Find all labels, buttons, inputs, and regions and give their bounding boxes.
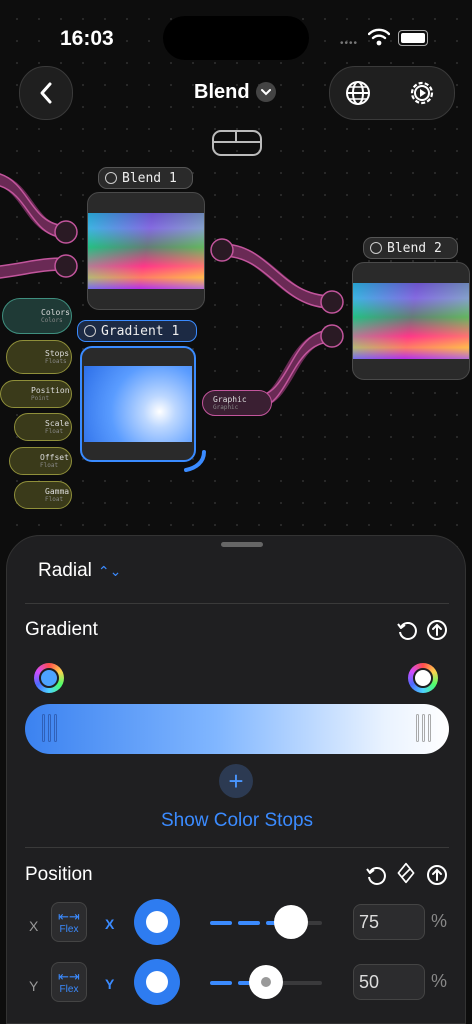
port-type: Colors [41,317,63,324]
blend1-label[interactable]: Blend 1 [98,167,193,189]
reset-icon[interactable] [396,619,418,641]
slider-fill-segment [238,921,260,925]
port-type: Point [31,395,50,402]
y-slider[interactable] [210,965,322,999]
blend2-node[interactable] [352,262,470,380]
slider-thumb[interactable] [249,965,283,999]
graphic-port-label: Graphic [213,395,247,404]
port-label: Colors [41,308,70,317]
port-type: Floats [45,358,67,365]
blend1-preview [88,213,204,289]
chevron-up-down-icon: ⌃⌄ [97,562,122,579]
start-color-swatch[interactable] [34,663,64,693]
input-port-colors[interactable]: Colors Colors [2,298,72,334]
gradient1-preview [84,366,192,442]
chevron-down-icon [261,89,271,96]
y-knob[interactable] [134,959,180,1005]
page-title[interactable]: Blend [194,81,250,104]
axis-letter: X [29,918,39,934]
port-label: Position [31,386,70,395]
upload-icon[interactable] [426,619,448,641]
gradient-stop-handle-end[interactable] [413,714,433,744]
port-label: Gamma [45,487,70,496]
blend1-name: Blend 1 [122,170,177,186]
gradient1-node[interactable] [80,346,196,462]
position-x-row: X ⇤⇥ Flex X 75 % [7,898,467,954]
slider-track [282,981,322,985]
inspector-sheet: Radial ⌃⌄ Gradient + Show Color Stops Po… [6,535,466,1024]
x-value-field[interactable]: 75 [353,904,425,940]
chevron-left-icon [40,82,52,104]
reset-icon[interactable] [365,864,387,886]
flex-arrows-icon: ⇤⇥ [58,908,80,924]
blend-icon [370,242,382,254]
slider-fill-segment [210,981,232,985]
gradient1-name: Gradient 1 [101,323,180,339]
keyframe-icon[interactable] [395,862,417,884]
graphic-output-port[interactable]: Graphic Graphic [202,390,272,416]
blend2-label[interactable]: Blend 2 [363,237,458,259]
flex-label: Flex [59,983,79,995]
input-port-position[interactable]: Position Point [0,380,72,408]
slider-thumb[interactable] [273,905,308,939]
add-color-stop-button[interactable]: + [219,764,253,798]
input-port-offset[interactable]: Offset Float [9,447,72,475]
blend2-preview [353,283,469,359]
dynamic-island [163,16,309,60]
upload-icon[interactable] [426,864,448,886]
unit-label: % [431,971,448,991]
position-section-title: Position [25,864,93,885]
gradient-stop-handle-start[interactable] [39,714,59,744]
divider [25,603,449,604]
slider-track [306,921,322,925]
back-button[interactable] [19,66,73,120]
unit-label: % [431,911,448,931]
slider-fill-segment [210,921,232,925]
input-port-stops[interactable]: Stops Floats [6,340,72,374]
flex-label: Flex [59,923,79,935]
flex-button[interactable]: ⇤⇥ Flex [51,962,87,1002]
end-color-swatch[interactable] [408,663,438,693]
gradient-icon [84,325,96,337]
x-slider[interactable] [210,905,322,939]
sheet-grabber[interactable] [221,542,263,547]
gear-play-button[interactable] [408,79,436,107]
port-label: Stops [45,349,70,358]
port-type: Float [45,496,64,503]
graphic-port-type: Graphic [213,404,239,411]
x-knob[interactable] [134,899,180,945]
title-menu-button[interactable] [256,82,276,102]
flex-arrows-icon: ⇤⇥ [58,968,80,984]
gradient-bar[interactable] [25,704,449,754]
input-port-scale[interactable]: Scale Float [14,413,72,441]
mode-selector[interactable]: Radial ⌃⌄ [38,560,121,582]
status-bar: 16:03 •••• [0,0,472,70]
globe-button[interactable] [344,79,372,107]
axis-letter: Y [29,978,39,994]
gradient1-label[interactable]: Gradient 1 [77,320,197,342]
mode-label: Radial [38,560,92,581]
y-value-field[interactable]: 50 [353,964,425,1000]
blend-icon [105,172,117,184]
cellular-signal-icon: •••• [340,38,359,49]
port-label: Scale [45,419,70,428]
port-type: Float [40,462,59,469]
knob-axis-label: Y [105,976,115,992]
canvas-split-toggle[interactable] [212,130,262,156]
flex-button[interactable]: ⇤⇥ Flex [51,902,87,942]
port-type: Float [45,428,64,435]
toolbar-pill [329,66,455,120]
wifi-icon [368,28,390,46]
divider [25,847,449,848]
battery-icon [398,30,428,46]
gradient-section-title: Gradient [25,619,98,640]
status-time: 16:03 [60,27,114,50]
port-label: Offset [40,453,69,462]
blend1-node[interactable] [87,192,205,310]
input-port-gamma[interactable]: Gamma Float [14,481,72,509]
blend2-name: Blend 2 [387,240,442,256]
position-y-row: Y ⇤⇥ Flex Y 50 % [7,958,467,1014]
show-color-stops-link[interactable]: Show Color Stops [7,810,467,832]
knob-axis-label: X [105,916,115,932]
